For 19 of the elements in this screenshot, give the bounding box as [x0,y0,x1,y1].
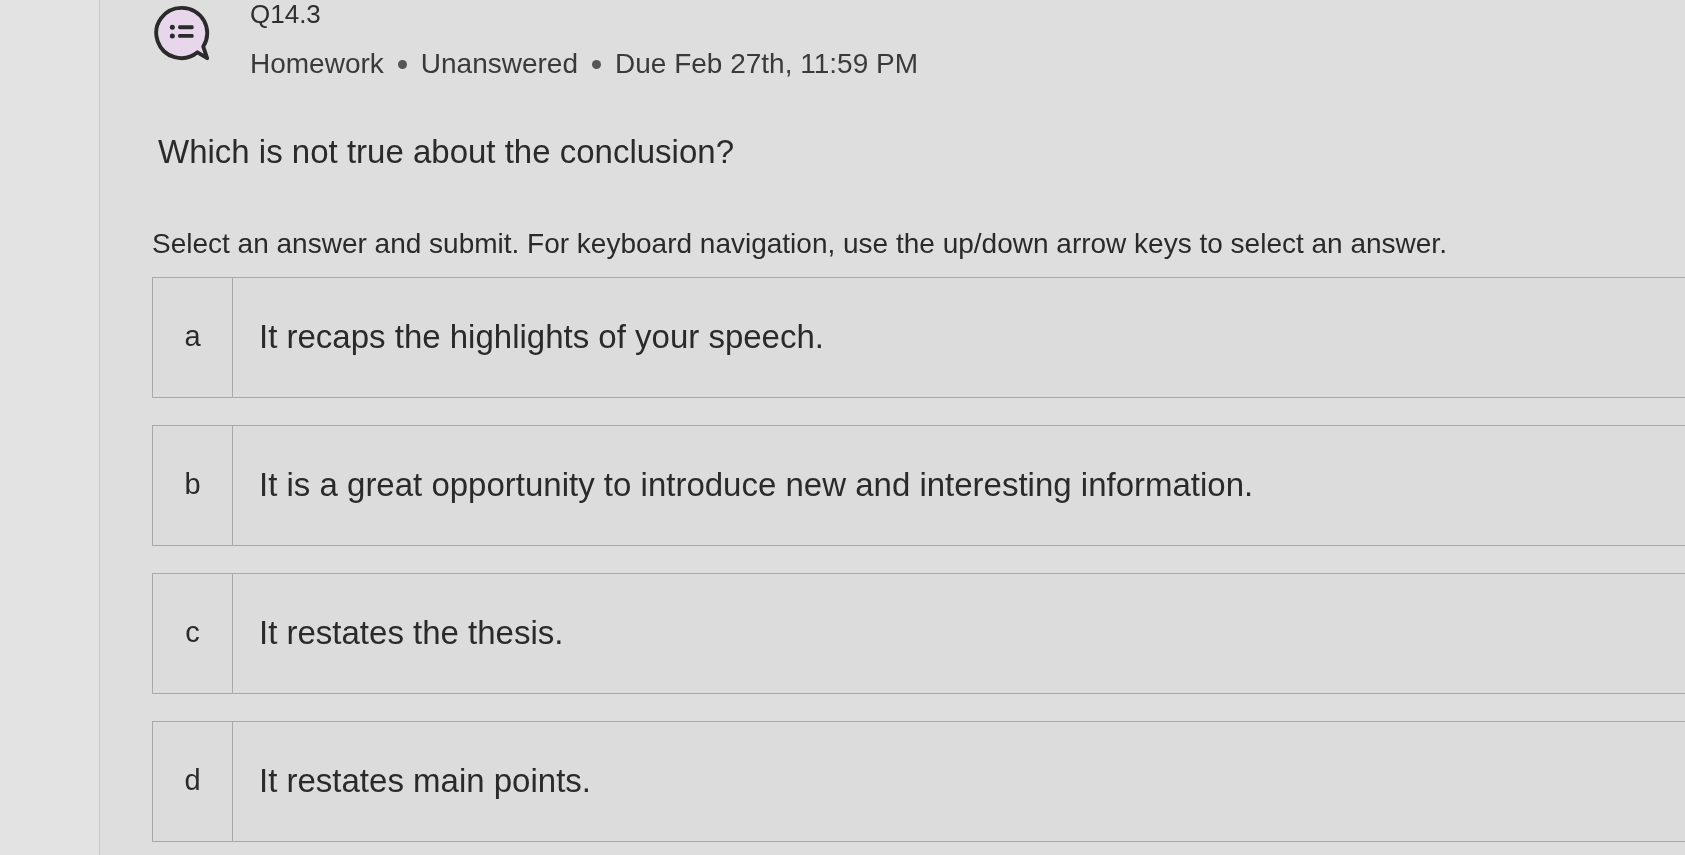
meta-text: Due Feb 27th, 11:59 PM [615,47,918,81]
meta-text: Homework [250,47,384,81]
option-text: It restates the thesis. [258,613,564,654]
instructions-text: Select an answer and submit. For keyboard navigation, use the up/down arrow keys to select an answer. [152,226,1448,261]
option-text: It restates main points. [258,761,591,802]
answer-option[interactable]: a It recaps the highlights of your speech. [152,276,1685,398]
option-text: It is a great opportunity to introduce new and interesting information. [258,465,1254,506]
option-letter: c [153,573,233,693]
answer-option[interactable]: c It restates the thesis. [152,572,1685,694]
option-letter: d [153,721,233,841]
option-letter: a [153,277,233,397]
answer-option[interactable]: b It is a great opportunity to introduce new and interesting information. [152,424,1685,546]
option-letter: b [153,425,233,545]
answer-option[interactable]: d It restates main points. [152,720,1685,842]
question-text: Which is not true about the conclusion? [158,132,735,172]
question-number: Q14.3 [250,1,322,27]
meta-text: Unanswered [420,47,578,81]
list-chat-bubble-icon [152,4,212,62]
option-text: It recaps the highlights of your speech. [258,317,824,358]
